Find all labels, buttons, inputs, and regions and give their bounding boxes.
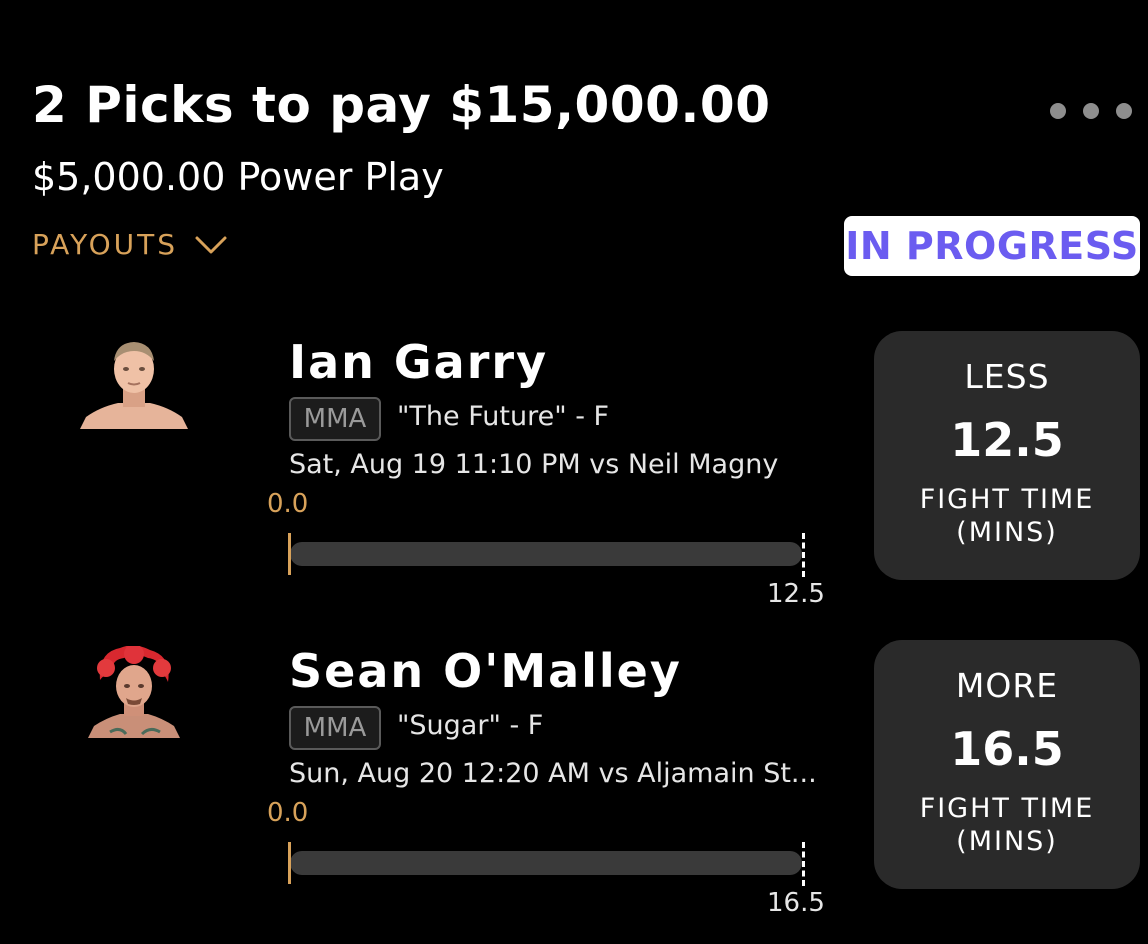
payouts-toggle[interactable]: PAYOUTS [32, 228, 228, 261]
projection-card: LESS 12.5 FIGHT TIME (MINS) [874, 331, 1140, 580]
current-value: 0.0 [267, 798, 309, 828]
league-badge: MMA [289, 706, 381, 750]
player-nickname: "Sugar" - F [397, 710, 544, 741]
stat-type-line2: (MINS) [956, 517, 1058, 548]
pick-direction: MORE [955, 666, 1059, 705]
target-line [802, 533, 805, 577]
dot [1116, 103, 1132, 119]
pick-row[interactable]: Sean O'Malley MMA "Sugar" - F Sun, Aug 2… [0, 640, 1148, 944]
dot [1050, 103, 1066, 119]
progress-marker [288, 533, 291, 575]
target-line [802, 842, 805, 886]
pick-row[interactable]: Ian Garry MMA "The Future" - F Sat, Aug … [0, 331, 1148, 635]
target-value: 16.5 [767, 888, 825, 918]
pick-direction: LESS [964, 357, 1050, 396]
league-badge: MMA [289, 397, 381, 441]
entry-title: 2 Picks to pay $15,000.00 [32, 76, 771, 134]
game-info: Sun, Aug 20 12:20 AM vs Aljamain St... [289, 758, 817, 789]
player-nickname: "The Future" - F [397, 401, 610, 432]
line-value: 16.5 [950, 722, 1064, 776]
progress-marker [288, 842, 291, 884]
chevron-down-icon [195, 236, 227, 253]
player-name: Ian Garry [289, 335, 549, 389]
progress-bar [290, 851, 802, 875]
dot [1083, 103, 1099, 119]
stat-type-line1: FIGHT TIME [919, 484, 1095, 515]
stat-type: FIGHT TIME (MINS) [874, 792, 1140, 858]
player-name: Sean O'Malley [289, 644, 682, 698]
more-options-icon[interactable] [1050, 100, 1142, 122]
stat-type: FIGHT TIME (MINS) [874, 483, 1140, 549]
entry-subtitle: $5,000.00 Power Play [32, 155, 444, 199]
status-badge: IN PROGRESS [844, 216, 1140, 276]
current-value: 0.0 [267, 489, 309, 519]
player-headshot-icon [80, 342, 188, 429]
target-value: 12.5 [767, 579, 825, 609]
stat-type-line1: FIGHT TIME [919, 793, 1095, 824]
line-value: 12.5 [950, 413, 1064, 467]
player-headshot-icon [88, 646, 180, 738]
projection-card: MORE 16.5 FIGHT TIME (MINS) [874, 640, 1140, 889]
game-info: Sat, Aug 19 11:10 PM vs Neil Magny [289, 449, 779, 480]
progress-bar [290, 542, 802, 566]
stat-type-line2: (MINS) [956, 826, 1058, 857]
payouts-label: PAYOUTS [32, 228, 179, 261]
